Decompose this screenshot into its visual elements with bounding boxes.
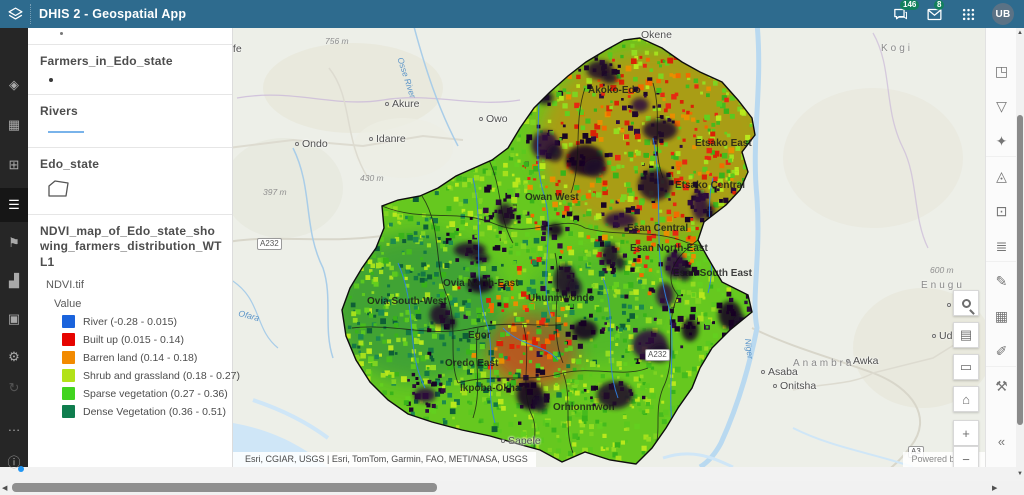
- sync-icon[interactable]: ↻: [0, 373, 28, 403]
- sparkle-icon[interactable]: ✦: [986, 126, 1017, 157]
- messages-icon[interactable]: 8: [924, 4, 944, 24]
- legend-item: River (-0.28 - 0.015): [62, 315, 222, 328]
- header-divider: [30, 4, 31, 24]
- horizontal-scrollbar[interactable]: ◀ ▶: [0, 481, 1024, 495]
- vertical-scrollbar-thumb[interactable]: [1017, 115, 1023, 425]
- map-canvas[interactable]: Akoko-EdoEtsako EastEtsako CentralOwan W…: [233, 28, 985, 467]
- legend-color-chip: [62, 333, 75, 346]
- layer-title: Edo_state: [40, 157, 222, 172]
- layer-title: Farmers_in_Edo_state: [40, 54, 222, 69]
- point-symbol: [49, 78, 53, 82]
- legend-label: Shrub and grassland (0.18 - 0.27): [83, 370, 240, 382]
- chart-config-icon[interactable]: ▦: [986, 301, 1017, 332]
- bookmark-icon[interactable]: ⚑: [0, 228, 28, 258]
- layer-title: Rivers: [40, 104, 222, 119]
- page-gap: [0, 467, 1024, 481]
- apps-blocks-icon[interactable]: ⊞: [0, 150, 28, 180]
- layer-card-farmers[interactable]: Farmers_in_Edo_state: [28, 45, 232, 95]
- legend-item: Barren land (0.14 - 0.18): [62, 351, 222, 364]
- legend-label: Built up (0.015 - 0.14): [83, 334, 184, 346]
- layer-card-ndvi[interactable]: NDVI_map_of_Edo_state_showing_farmers_di…: [28, 215, 232, 428]
- scroll-up-icon[interactable]: ▲: [1016, 30, 1024, 36]
- filter-icon[interactable]: ▽: [986, 91, 1017, 122]
- user-avatar[interactable]: UB: [992, 3, 1014, 25]
- legend-label: Sparse vegetation (0.27 - 0.36): [83, 388, 228, 400]
- layer-title: NDVI_map_of_Edo_state_showing_farmers_di…: [40, 224, 222, 270]
- home-button[interactable]: ⌂: [953, 386, 979, 412]
- raster-sublayer-name: NDVI.tif: [46, 279, 222, 291]
- legend-color-chip: [62, 369, 75, 382]
- layers-icon[interactable]: ◈: [0, 70, 28, 100]
- messages-badge: 8: [934, 0, 944, 10]
- ndvi-legend: River (-0.28 - 0.015) Built up (0.015 - 0…: [62, 315, 222, 418]
- legend-icon[interactable]: ≣: [986, 231, 1017, 262]
- notifications-icon[interactable]: 146: [890, 4, 910, 24]
- tool-sidebar: ◈▦⊞☰⚑▟▣⚙↻…ⓘ»: [0, 28, 28, 467]
- pencil-icon[interactable]: ✎: [986, 266, 1017, 297]
- layer-card-edo-state[interactable]: Edo_state: [28, 148, 232, 215]
- frame-icon[interactable]: ⊡: [986, 196, 1017, 227]
- layer-card-partial[interactable]: [28, 28, 232, 45]
- map-graphics: [233, 28, 985, 467]
- cases-icon[interactable]: ▣: [0, 304, 28, 334]
- legend-value-label: Value: [54, 298, 222, 310]
- collapse-panel-icon[interactable]: «: [986, 434, 1017, 449]
- legend-label: River (-0.28 - 0.015): [83, 316, 177, 328]
- legend-label: Dense Vegetation (0.36 - 0.51): [83, 406, 226, 418]
- app-header: DHIS 2 - Geospatial App 146 8 UB: [0, 0, 1024, 28]
- info-badge-dot: [18, 466, 24, 472]
- scroll-left-icon[interactable]: ◀: [2, 484, 7, 492]
- app-title: DHIS 2 - Geospatial App: [39, 7, 186, 21]
- scroll-right-icon[interactable]: ▶: [992, 484, 997, 492]
- layer-panel: Farmers_in_Edo_state Rivers Edo_state ND…: [28, 28, 233, 467]
- legend-item: Sparse vegetation (0.27 - 0.36): [62, 387, 222, 400]
- tables-icon[interactable]: ▦: [0, 110, 28, 140]
- search-icon: [962, 299, 971, 308]
- select-icon[interactable]: ◳: [986, 56, 1017, 87]
- analysis-sidebar: ◳ ▽ ✦ ◬ ⊡ ≣ ✎ ▦ ✐ ⚒ «: [985, 28, 1016, 467]
- search-button[interactable]: [953, 290, 979, 316]
- legend-item: Shrub and grassland (0.18 - 0.27): [62, 369, 222, 382]
- wrench-icon[interactable]: ⚒: [986, 371, 1017, 402]
- legend-item: Dense Vegetation (0.36 - 0.51): [62, 405, 222, 418]
- zoom-out-button[interactable]: −: [953, 446, 979, 467]
- vertical-scrollbar[interactable]: ▲ ▼: [1016, 28, 1024, 479]
- notifications-badge: 146: [900, 0, 919, 10]
- info-icon[interactable]: ⓘ: [0, 446, 28, 476]
- list-icon[interactable]: ☰: [0, 188, 28, 222]
- screen-button[interactable]: ▭: [953, 354, 979, 380]
- legend-color-chip: [62, 315, 75, 328]
- legend-label: Barren land (0.14 - 0.18): [83, 352, 197, 364]
- basemap-button[interactable]: ▤: [953, 322, 979, 348]
- layer-card-rivers[interactable]: Rivers: [28, 95, 232, 147]
- legend-color-chip: [62, 387, 75, 400]
- more-icon[interactable]: …: [0, 411, 28, 441]
- charts-icon[interactable]: ▟: [0, 266, 28, 296]
- legend-color-chip: [62, 405, 75, 418]
- settings-icon[interactable]: ⚙: [0, 342, 28, 372]
- dhis2-logo-icon[interactable]: [0, 0, 30, 28]
- zoom-in-button[interactable]: +: [953, 420, 979, 446]
- legend-color-chip: [62, 351, 75, 364]
- scroll-down-icon[interactable]: ▼: [1016, 471, 1024, 477]
- network-icon[interactable]: ◬: [986, 161, 1017, 192]
- apps-menu-icon[interactable]: [958, 4, 978, 24]
- horizontal-scrollbar-thumb[interactable]: [12, 483, 437, 492]
- legend-item: Built up (0.015 - 0.14): [62, 333, 222, 346]
- polygon-symbol: [47, 179, 222, 204]
- pen-icon[interactable]: ✐: [986, 336, 1017, 367]
- line-symbol: [48, 131, 84, 133]
